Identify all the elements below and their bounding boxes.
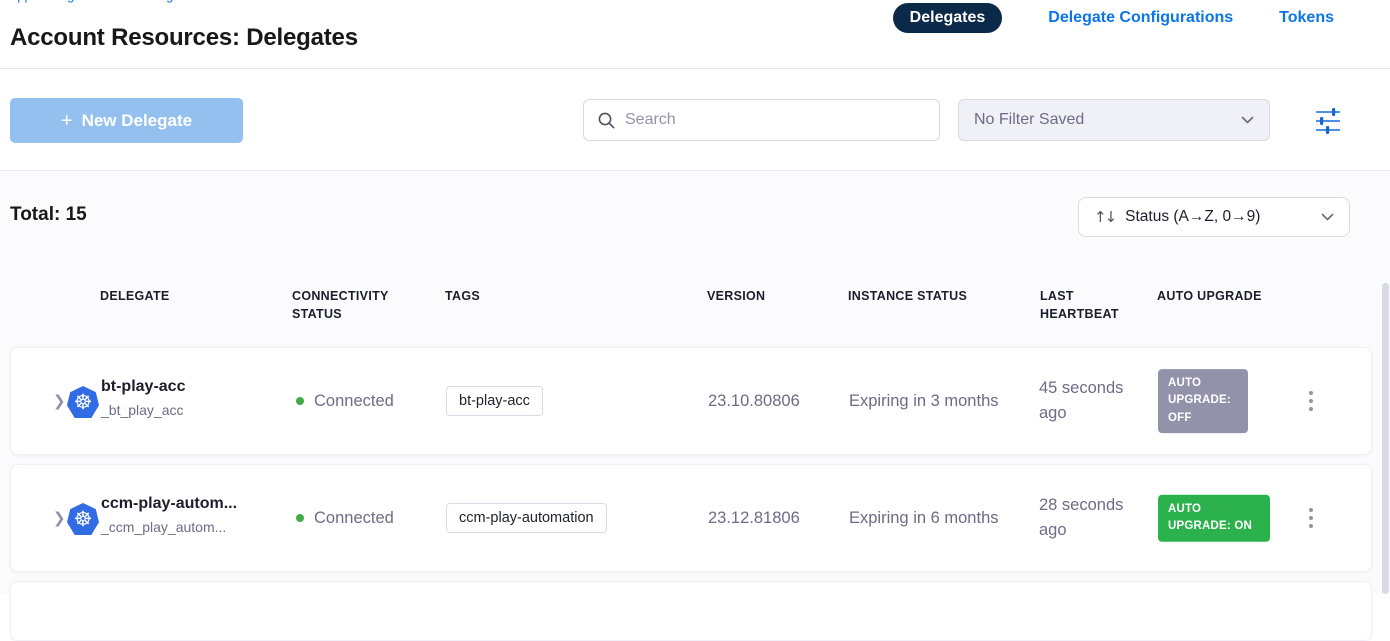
tab-delegate-configurations[interactable]: Delegate Configurations <box>1048 9 1233 27</box>
expand-chevron-icon[interactable]: ❯ <box>53 509 66 527</box>
connectivity-label: Connected <box>314 509 394 528</box>
table-row[interactable] <box>10 581 1372 641</box>
expand-chevron-icon[interactable]: ❯ <box>53 392 66 410</box>
filter-sliders-icon[interactable] <box>1313 107 1343 135</box>
auto-upgrade-badge: AUTO UPGRADE: OFF <box>1158 369 1248 433</box>
connectivity-label: Connected <box>314 392 394 411</box>
search-box <box>583 99 940 141</box>
connectivity-status: Connected <box>296 465 394 571</box>
new-delegate-button[interactable]: + New Delegate <box>10 98 243 143</box>
row-overflow-menu-icon[interactable] <box>1305 504 1317 532</box>
kubernetes-icon: ☸ <box>67 503 99 535</box>
column-header-last-heartbeat: LAST HEARTBEAT <box>1040 287 1140 323</box>
last-heartbeat-cell: 45 seconds ago <box>1039 348 1153 454</box>
column-header-version: VERSION <box>707 287 765 305</box>
instance-status-cell: Expiring in 6 months <box>849 465 999 571</box>
total-count: Total: 15 <box>10 204 87 226</box>
column-header-tags: TAGS <box>445 287 480 305</box>
chevron-down-icon <box>1241 116 1254 125</box>
new-delegate-button-label: New Delegate <box>82 111 193 131</box>
saved-filter-dropdown-value: No Filter Saved <box>974 111 1084 129</box>
row-overflow-menu-icon[interactable] <box>1305 387 1317 415</box>
search-icon <box>597 111 616 130</box>
table-row[interactable]: ❯ ☸ ccm-play-autom... _ccm_play_autom...… <box>10 464 1372 572</box>
header-divider <box>0 68 1390 69</box>
tag-chip: bt-play-acc <box>446 386 543 416</box>
sort-dropdown[interactable]: ↑↓ Status (A→Z, 0→9) <box>1078 197 1350 237</box>
tab-delegates[interactable]: Delegates <box>893 3 1003 33</box>
connectivity-status: Connected <box>296 348 394 454</box>
tab-bar: Delegates Delegate Configurations Tokens <box>893 2 1334 34</box>
saved-filter-dropdown[interactable]: No Filter Saved <box>958 99 1270 141</box>
vertical-scrollbar[interactable] <box>1382 283 1389 594</box>
page-title: Account Resources: Delegates <box>10 24 358 52</box>
delegate-identifier: _ccm_play_autom... <box>101 519 226 535</box>
delegate-identifier: _bt_play_acc <box>101 402 184 418</box>
column-header-delegate: DELEGATE <box>100 287 170 305</box>
instance-status-cell: Expiring in 3 months <box>849 348 999 454</box>
delegate-name[interactable]: bt-play-acc <box>101 378 185 396</box>
breadcrumb[interactable]: app-testing-account / testing <box>10 0 173 3</box>
table-row[interactable]: ❯ ☸ bt-play-acc _bt_play_acc Connected b… <box>10 347 1372 455</box>
tag-chip: ccm-play-automation <box>446 503 607 533</box>
auto-upgrade-badge: AUTO UPGRADE: ON <box>1158 495 1270 542</box>
connected-dot-icon <box>296 514 304 522</box>
connected-dot-icon <box>296 397 304 405</box>
column-header-connectivity-status: CONNECTIVITY STATUS <box>292 287 422 323</box>
table-header-row: DELEGATE CONNECTIVITY STATUS TAGS VERSIO… <box>0 287 1390 327</box>
search-input[interactable] <box>625 111 926 129</box>
column-header-auto-upgrade: AUTO UPGRADE <box>1157 287 1297 305</box>
last-heartbeat-cell: 28 seconds ago <box>1039 465 1153 571</box>
plus-icon: + <box>61 111 73 131</box>
tab-tokens[interactable]: Tokens <box>1279 9 1334 27</box>
kubernetes-icon: ☸ <box>67 386 99 418</box>
version-cell: 23.12.81806 <box>708 465 800 571</box>
sort-arrows-icon: ↑↓ <box>1094 208 1115 226</box>
delegate-name[interactable]: ccm-play-autom... <box>101 495 237 513</box>
column-header-instance-status: INSTANCE STATUS <box>848 287 1018 305</box>
version-cell: 23.10.80806 <box>708 348 800 454</box>
sort-dropdown-value: Status (A→Z, 0→9) <box>1125 208 1260 226</box>
chevron-down-icon <box>1321 213 1334 222</box>
